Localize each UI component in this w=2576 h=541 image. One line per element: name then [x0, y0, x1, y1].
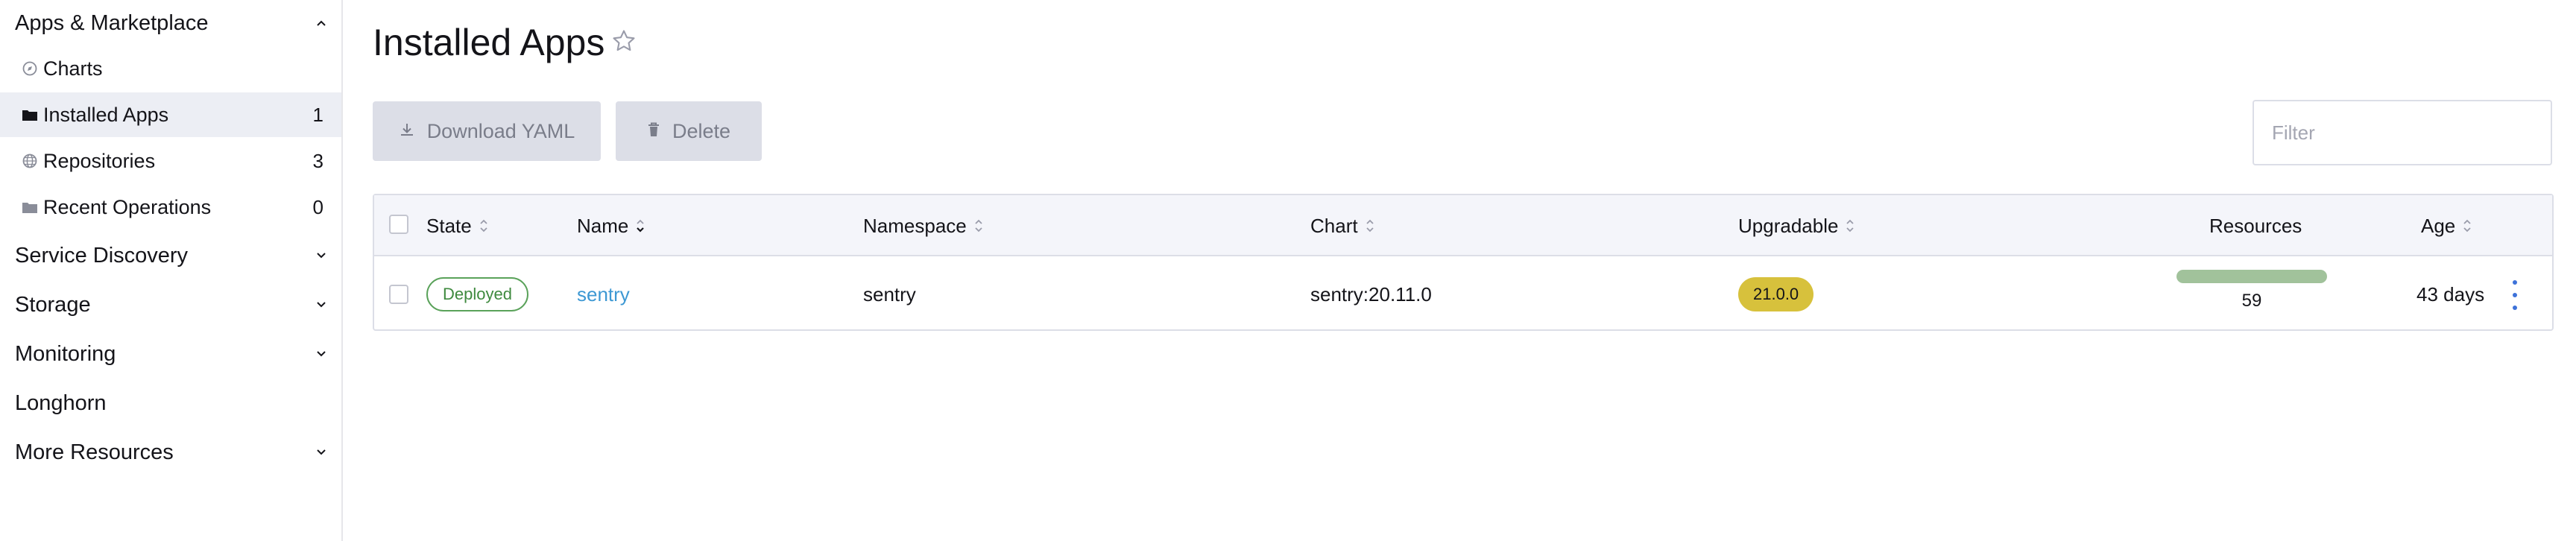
download-yaml-button[interactable]: Download YAML	[373, 101, 601, 161]
nav-group-label: Monitoring	[15, 341, 116, 366]
page-title: Installed Apps	[373, 22, 605, 63]
column-header-label: Name	[577, 214, 629, 237]
delete-label: Delete	[672, 119, 731, 142]
sort-icon	[975, 219, 982, 232]
nav-group-service-discovery[interactable]: Service Discovery	[15, 240, 329, 271]
download-yaml-label: Download YAML	[426, 119, 575, 142]
installed-apps-table: State Name Namespace Chart Upgradable Re…	[373, 194, 2554, 331]
nav-group-apps-marketplace[interactable]: Apps & Marketplace	[15, 7, 329, 39]
column-header-name[interactable]: Name	[577, 195, 646, 256]
folder-icon	[21, 198, 39, 216]
sidebar-item-label: Installed Apps	[43, 103, 169, 126]
sort-icon	[1846, 219, 1854, 232]
nav-group-label: More Resources	[15, 440, 174, 464]
nav-group-label: Service Discovery	[15, 243, 189, 268]
folder-icon	[21, 106, 39, 124]
column-header-resources: Resources	[2209, 195, 2302, 256]
sidebar-item-installed-apps[interactable]: Installed Apps 1	[0, 92, 341, 137]
download-icon	[399, 120, 415, 143]
sidebar-item-label: Recent Operations	[43, 195, 212, 218]
column-header-label: Chart	[1310, 214, 1358, 237]
compass-icon	[21, 60, 39, 77]
trash-icon	[647, 120, 660, 143]
column-header-state[interactable]: State	[426, 195, 490, 256]
sort-icon	[1366, 219, 1374, 232]
sort-down-icon	[637, 219, 645, 232]
sidebar-item-repositories[interactable]: Repositories 3	[0, 139, 341, 183]
column-header-label: Upgradable	[1738, 214, 1839, 237]
namespace-cell: sentry	[863, 282, 916, 306]
sidebar-item-charts[interactable]: Charts	[0, 46, 341, 91]
select-all-checkbox[interactable]	[389, 215, 408, 234]
sidebar-item-count: 1	[312, 103, 323, 126]
star-icon[interactable]	[611, 28, 637, 54]
sidebar-item-count: 0	[312, 195, 323, 218]
sidebar-item-recent-operations[interactable]: Recent Operations 0	[0, 185, 341, 230]
column-header-label: State	[426, 214, 472, 237]
resources-progress-bar	[2176, 270, 2327, 283]
globe-icon	[21, 152, 39, 170]
column-header-label: Resources	[2209, 214, 2302, 237]
row-actions-menu-icon[interactable]	[2506, 280, 2524, 310]
chevron-up-icon	[313, 15, 329, 31]
resources-count: 59	[2241, 291, 2262, 311]
column-header-age[interactable]: Age	[2421, 195, 2473, 256]
nav-group-longhorn[interactable]: Longhorn	[15, 387, 329, 419]
status-badge: Deployed	[426, 277, 528, 311]
row-checkbox[interactable]	[389, 285, 408, 304]
nav-group-label: Storage	[15, 292, 91, 317]
upgradable-badge[interactable]: 21.0.0	[1738, 277, 1814, 311]
column-header-namespace[interactable]: Namespace	[863, 195, 985, 256]
sidebar-item-label: Charts	[43, 57, 103, 80]
sidebar-item-label: Repositories	[43, 149, 156, 172]
nav-group-more-resources[interactable]: More Resources	[15, 437, 329, 468]
chevron-down-icon	[313, 346, 329, 362]
nav-group-label: Apps & Marketplace	[15, 10, 209, 35]
sort-icon	[2463, 219, 2471, 232]
nav-group-label: Longhorn	[15, 390, 107, 415]
chevron-down-icon	[313, 247, 329, 264]
column-header-chart[interactable]: Chart	[1310, 195, 1376, 256]
filter-input[interactable]	[2253, 100, 2552, 165]
nav-group-monitoring[interactable]: Monitoring	[15, 338, 329, 370]
chevron-down-icon	[313, 444, 329, 461]
delete-button[interactable]: Delete	[616, 101, 762, 161]
column-header-label: Age	[2421, 214, 2456, 237]
chart-cell: sentry:20.11.0	[1310, 282, 1432, 306]
column-header-upgradable[interactable]: Upgradable	[1738, 195, 1856, 256]
app-name-link[interactable]: sentry	[577, 283, 630, 306]
table-header: State Name Namespace Chart Upgradable Re…	[374, 195, 2552, 256]
chevron-down-icon	[313, 297, 329, 313]
sort-icon	[480, 219, 487, 232]
nav-group-storage[interactable]: Storage	[15, 289, 329, 320]
column-header-label: Namespace	[863, 214, 967, 237]
age-cell: 43 days	[2416, 282, 2485, 306]
sidebar: Apps & Marketplace Charts Installed Apps…	[0, 0, 343, 541]
sidebar-item-count: 3	[312, 149, 323, 172]
